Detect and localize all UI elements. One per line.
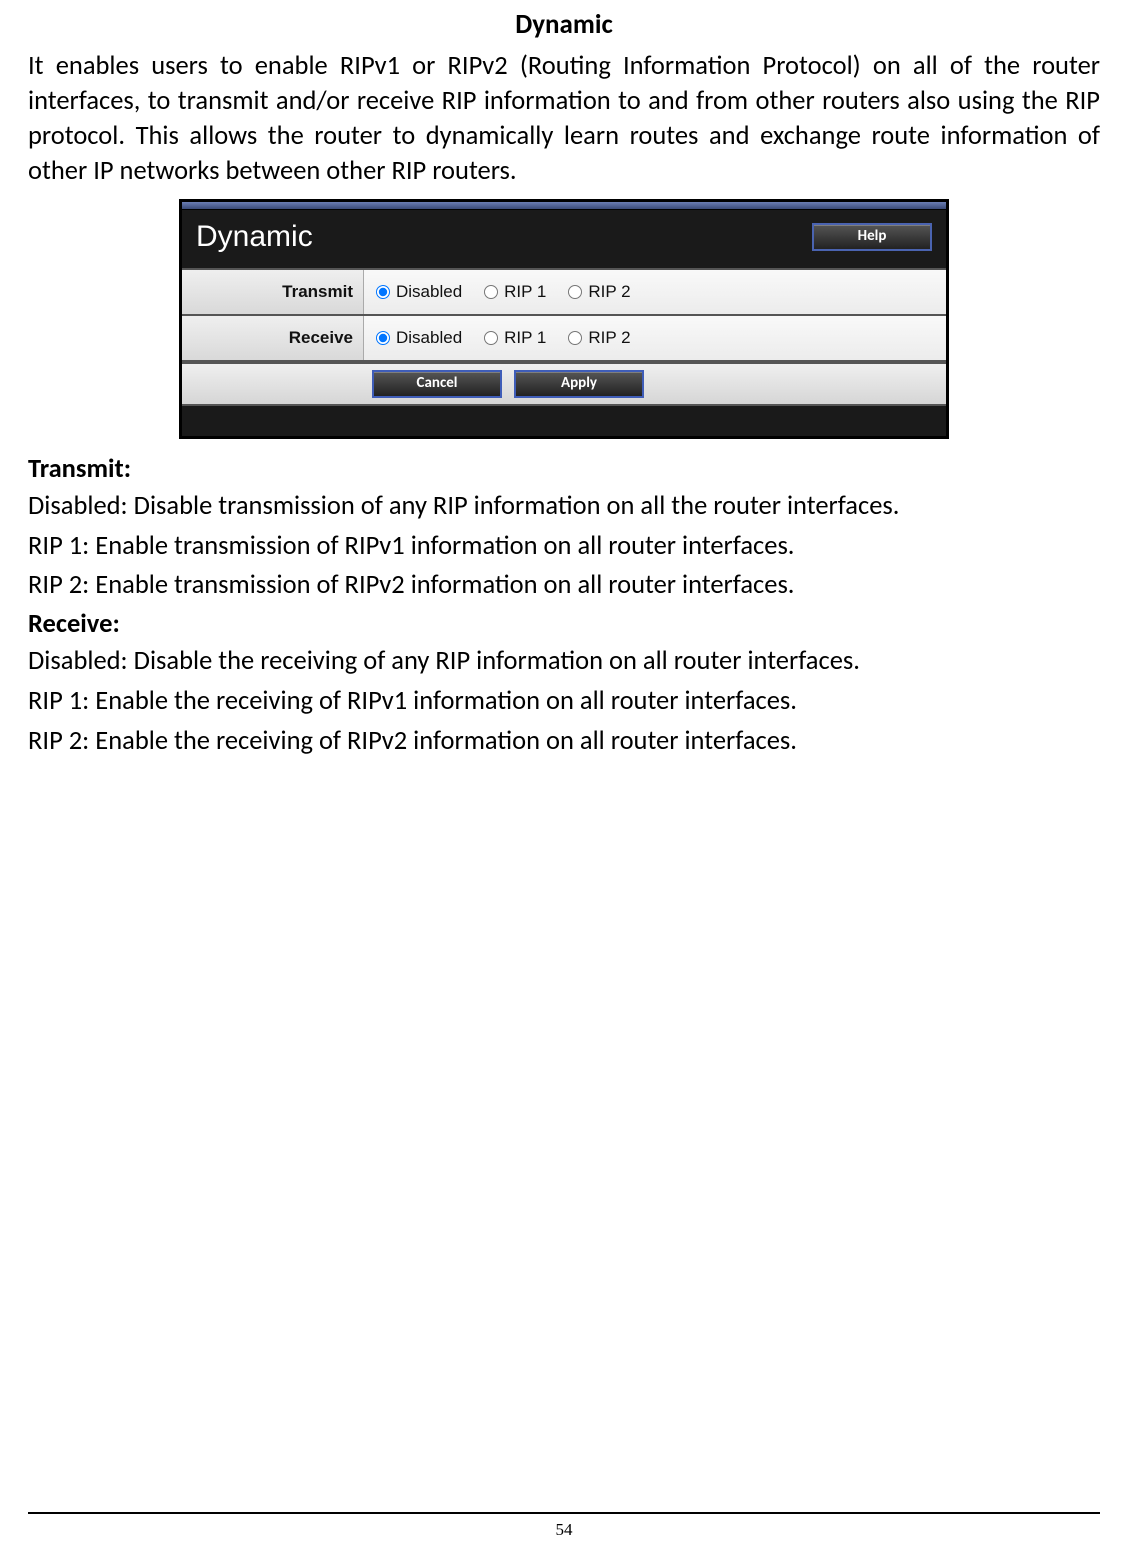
- panel-footer: [182, 406, 946, 436]
- transmit-opt-label: Disabled: [396, 282, 462, 302]
- section-transmit-heading: Transmit:: [28, 453, 1100, 485]
- panel-title: Dynamic: [196, 220, 313, 254]
- page-footer: 54: [28, 1512, 1100, 1540]
- receive-label: Receive: [182, 316, 364, 360]
- transmit-opt-rip2[interactable]: RIP 2: [568, 282, 630, 302]
- form-rows: Transmit Disabled RIP 1 RIP 2: [182, 268, 946, 362]
- help-button[interactable]: Help: [812, 223, 932, 251]
- cancel-button[interactable]: Cancel: [372, 370, 502, 398]
- receive-radio-rip2[interactable]: [568, 331, 582, 345]
- transmit-desc-rip1: RIP 1: Enable transmission of RIPv1 info…: [28, 529, 1100, 565]
- transmit-label: Transmit: [182, 270, 364, 314]
- receive-radio-disabled[interactable]: [376, 331, 390, 345]
- receive-desc-disabled: Disabled: Disable the receiving of any R…: [28, 644, 1100, 680]
- transmit-desc-rip2: RIP 2: Enable transmission of RIPv2 info…: [28, 568, 1100, 604]
- panel-header: Dynamic Help: [182, 210, 946, 268]
- receive-opt-rip1[interactable]: RIP 1: [484, 328, 546, 348]
- transmit-opt-rip1[interactable]: RIP 1: [484, 282, 546, 302]
- row-transmit: Transmit Disabled RIP 1 RIP 2: [182, 268, 946, 314]
- apply-button[interactable]: Apply: [514, 370, 644, 398]
- footer-rule: [28, 1512, 1100, 1514]
- receive-radio-rip1[interactable]: [484, 331, 498, 345]
- transmit-fields: Disabled RIP 1 RIP 2: [364, 270, 946, 314]
- panel-top-bar: [182, 202, 946, 210]
- receive-opt-label: RIP 1: [504, 328, 546, 348]
- transmit-desc-disabled: Disabled: Disable transmission of any RI…: [28, 489, 1100, 525]
- receive-fields: Disabled RIP 1 RIP 2: [364, 316, 946, 360]
- row-receive: Receive Disabled RIP 1 RIP 2: [182, 314, 946, 362]
- transmit-opt-label: RIP 2: [588, 282, 630, 302]
- receive-desc-rip1: RIP 1: Enable the receiving of RIPv1 inf…: [28, 684, 1100, 720]
- receive-opt-label: Disabled: [396, 328, 462, 348]
- receive-opt-label: RIP 2: [588, 328, 630, 348]
- transmit-opt-disabled[interactable]: Disabled: [376, 282, 462, 302]
- receive-opt-disabled[interactable]: Disabled: [376, 328, 462, 348]
- transmit-opt-label: RIP 1: [504, 282, 546, 302]
- transmit-radio-rip2[interactable]: [568, 285, 582, 299]
- button-row: Cancel Apply: [182, 362, 946, 406]
- page-number: 54: [28, 1520, 1100, 1540]
- receive-desc-rip2: RIP 2: Enable the receiving of RIPv2 inf…: [28, 724, 1100, 760]
- page-title: Dynamic: [28, 8, 1100, 41]
- receive-opt-rip2[interactable]: RIP 2: [568, 328, 630, 348]
- transmit-radio-rip1[interactable]: [484, 285, 498, 299]
- section-receive-heading: Receive:: [28, 608, 1100, 640]
- transmit-radio-disabled[interactable]: [376, 285, 390, 299]
- intro-paragraph: It enables users to enable RIPv1 or RIPv…: [28, 49, 1100, 189]
- config-panel-wrap: Dynamic Help Transmit Disabled RIP 1: [28, 199, 1100, 439]
- config-panel: Dynamic Help Transmit Disabled RIP 1: [179, 199, 949, 439]
